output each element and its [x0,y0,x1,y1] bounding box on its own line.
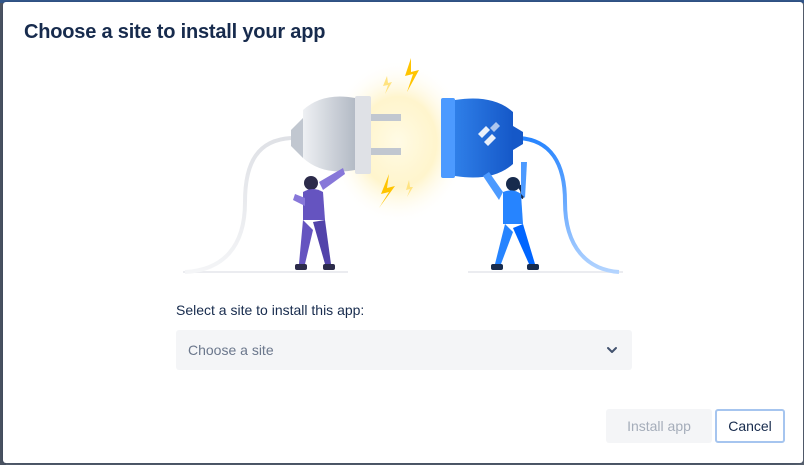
install-app-dialog: Choose a site to install your app Select… [3,2,803,463]
cancel-button[interactable]: Cancel [715,409,785,443]
plug-connection-illustration [183,58,623,274]
site-picker-select[interactable]: Choose a site [176,330,632,370]
install-app-button[interactable]: Install app [606,409,712,443]
dialog-title: Choose a site to install your app [24,21,326,43]
site-picker-label: Select a site to install this app: [176,302,365,318]
site-picker-placeholder: Choose a site [188,342,274,358]
chevron-down-icon [604,342,620,358]
